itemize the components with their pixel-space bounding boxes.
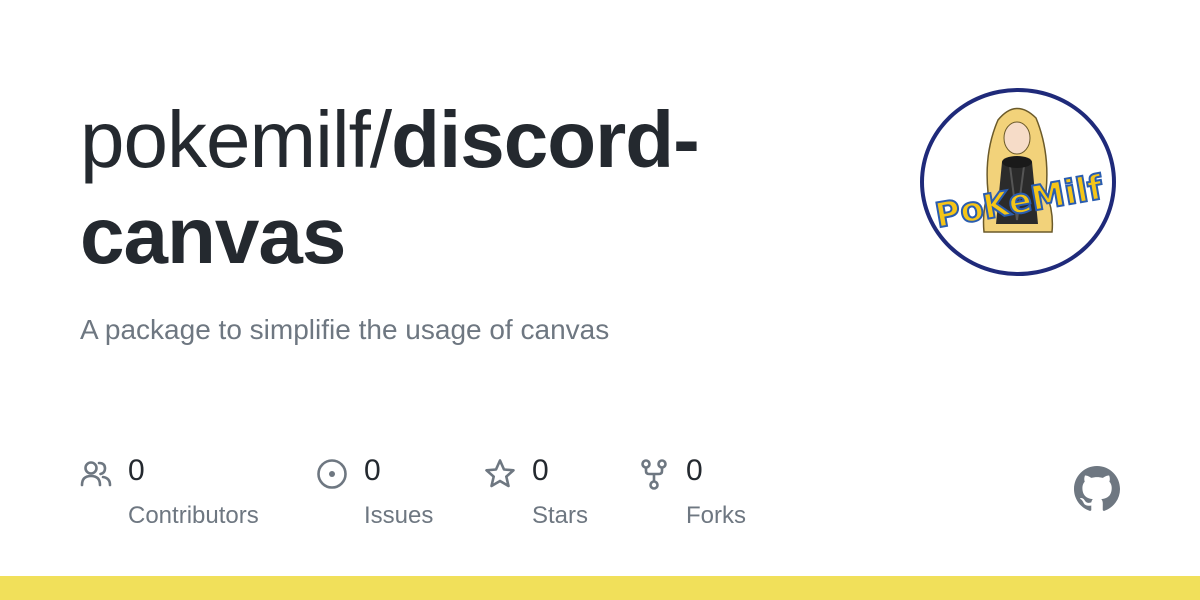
people-icon [80, 461, 112, 487]
language-color-bar [0, 576, 1200, 600]
forks-count: 0 [686, 454, 703, 487]
issues-count: 0 [364, 454, 381, 487]
stars-count: 0 [532, 454, 549, 487]
contributors-label: Contributors [128, 502, 259, 529]
fork-icon [641, 459, 667, 490]
contributors-count: 0 [128, 454, 145, 487]
issue-icon [317, 459, 347, 489]
star-icon [485, 459, 515, 488]
repo-owner: pokemilf/ [80, 95, 392, 184]
github-icon[interactable] [1074, 466, 1120, 512]
repo-description: A package to simplifie the usage of canv… [80, 314, 610, 345]
stars-label: Stars [532, 502, 589, 529]
repo-title: pokemilf/discord-canvas [80, 92, 840, 284]
forks-label: Forks [686, 502, 746, 529]
owner-avatar: PoKeMilf [920, 88, 1116, 276]
issues-label: Issues [364, 502, 434, 529]
